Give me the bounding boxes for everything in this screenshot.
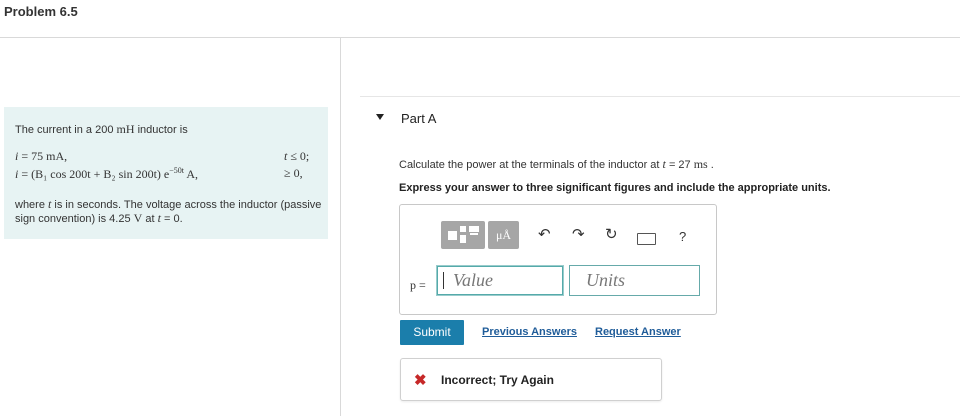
redo-icon[interactable]: ↷ bbox=[572, 226, 585, 244]
help-icon[interactable]: ? bbox=[679, 229, 686, 244]
page-title: Problem 6.5 bbox=[4, 4, 78, 19]
submit-button[interactable]: Submit bbox=[400, 320, 464, 345]
undo-icon[interactable]: ↶ bbox=[538, 226, 551, 244]
value-input[interactable]: Value bbox=[436, 265, 564, 296]
templates-button[interactable] bbox=[441, 221, 485, 249]
answer-instruction: Express your answer to three significant… bbox=[399, 182, 831, 194]
keyboard-icon[interactable] bbox=[637, 233, 656, 245]
feedback-box: ✖ Incorrect; Try Again bbox=[400, 358, 662, 401]
request-answer-link[interactable]: Request Answer bbox=[595, 326, 681, 338]
equation-1: i = 75 mA, bbox=[15, 149, 68, 163]
answer-variable-label: p = bbox=[410, 278, 426, 292]
template-block-icon bbox=[469, 226, 479, 232]
template-block-icon bbox=[448, 231, 457, 240]
incorrect-x-icon: ✖ bbox=[414, 372, 427, 389]
equation-1-condition: t ≤ 0; bbox=[284, 149, 310, 163]
template-block-icon bbox=[460, 226, 466, 232]
template-block-icon bbox=[470, 233, 478, 235]
equation-2: i = (B₁ cos 200t + B₂ sin 200t) e−50t A, bbox=[15, 166, 198, 181]
problem-where-text: where t is in seconds. The voltage acros… bbox=[15, 197, 322, 226]
feedback-text: Incorrect; Try Again bbox=[441, 373, 554, 387]
units-input[interactable]: Units bbox=[569, 265, 700, 296]
template-block-icon bbox=[460, 235, 466, 243]
reset-icon[interactable]: ↻ bbox=[605, 226, 618, 244]
header-divider bbox=[0, 37, 960, 38]
part-a-label[interactable]: Part A bbox=[401, 111, 436, 126]
part-divider bbox=[360, 96, 960, 97]
problem-statement: The current in a 200 mH inductor is i = … bbox=[4, 107, 328, 239]
collapse-triangle-icon[interactable] bbox=[376, 114, 384, 120]
column-divider bbox=[340, 37, 341, 416]
previous-answers-link[interactable]: Previous Answers bbox=[482, 326, 577, 338]
question-text: Calculate the power at the terminals of … bbox=[399, 157, 714, 171]
problem-intro: The current in a 200 mH inductor is bbox=[15, 122, 188, 136]
equation-2-condition: ≥ 0, bbox=[284, 166, 303, 180]
units-symbols-button[interactable]: μÅ bbox=[488, 221, 519, 249]
